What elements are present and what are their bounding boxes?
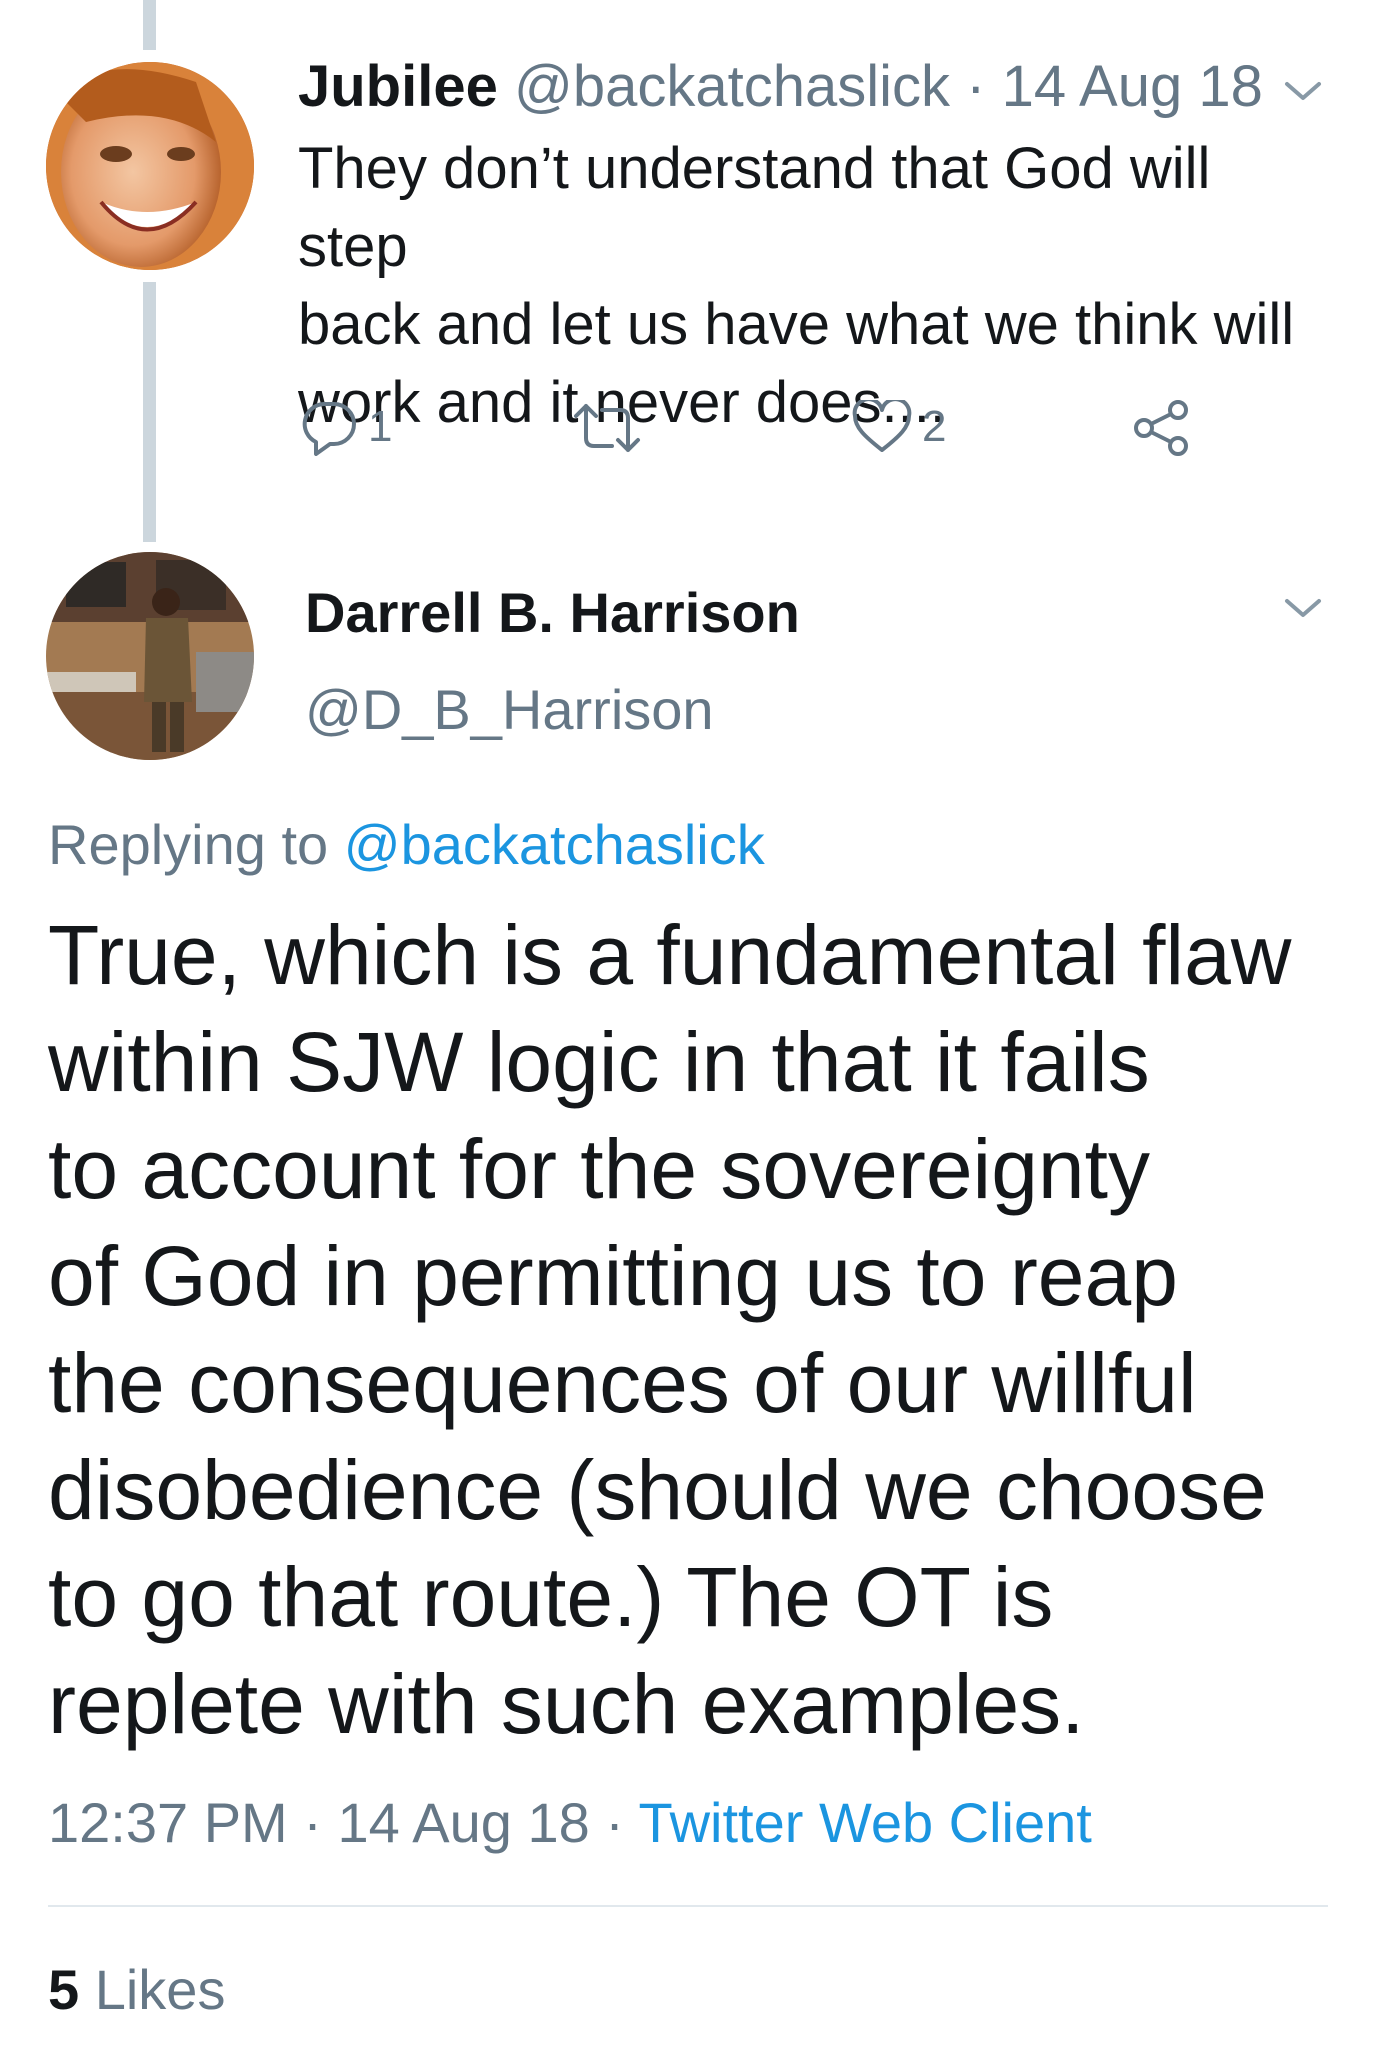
divider <box>48 1905 1328 1907</box>
like-count: 2 <box>922 402 947 451</box>
replying-to-handle-link[interactable]: @backatchaslick <box>344 813 765 876</box>
like-icon <box>852 400 912 454</box>
client-link[interactable]: Twitter Web Client <box>639 1791 1092 1854</box>
share-icon <box>1132 398 1192 458</box>
meta-separator: · <box>303 1791 322 1854</box>
reply-count: 1 <box>368 402 393 451</box>
thread-line-connector <box>143 282 156 542</box>
meta-separator: · <box>605 1791 624 1854</box>
main-tweet-meta: 12:37 PM · 14 Aug 18 · Twitter Web Clien… <box>48 1788 1092 1858</box>
parent-handle[interactable]: @backatchaslick <box>514 54 950 119</box>
tweet-time: 12:37 PM <box>48 1791 288 1854</box>
parent-date[interactable]: 14 Aug 18 <box>1002 54 1263 119</box>
parent-display-name[interactable]: Jubilee <box>298 54 498 119</box>
replying-to-line: Replying to @backatchaslick <box>48 810 765 880</box>
share-action[interactable] <box>1132 398 1192 458</box>
likes-summary[interactable]: 5 Likes <box>48 1955 225 2025</box>
thread-line-top <box>143 0 156 50</box>
parent-avatar[interactable] <box>46 62 254 270</box>
main-tweet-text: True, which is a fundamental flaw within… <box>48 908 1292 1751</box>
like-action[interactable]: 2 <box>852 400 946 454</box>
chevron-down-icon[interactable] <box>1283 597 1323 621</box>
parent-tweet-text: They don’t understand that God will step… <box>298 136 1295 435</box>
chevron-down-icon[interactable] <box>1283 80 1323 104</box>
retweet-action[interactable] <box>572 402 642 454</box>
reply-action[interactable]: 1 <box>300 398 392 456</box>
main-handle[interactable]: @D_B_Harrison <box>305 675 714 745</box>
likes-label: Likes <box>94 1958 226 2021</box>
parent-separator: · <box>966 54 986 119</box>
replying-to-label: Replying to <box>48 813 329 876</box>
main-display-name[interactable]: Darrell B. Harrison <box>305 578 800 648</box>
retweet-icon <box>572 402 642 454</box>
reply-icon <box>300 398 358 456</box>
parent-tweet-header: Jubilee @backatchaslick · 14 Aug 18 <box>298 52 1263 122</box>
tweet-date: 14 Aug 18 <box>337 1791 590 1854</box>
main-avatar[interactable] <box>46 552 254 760</box>
likes-count: 5 <box>48 1958 80 2021</box>
